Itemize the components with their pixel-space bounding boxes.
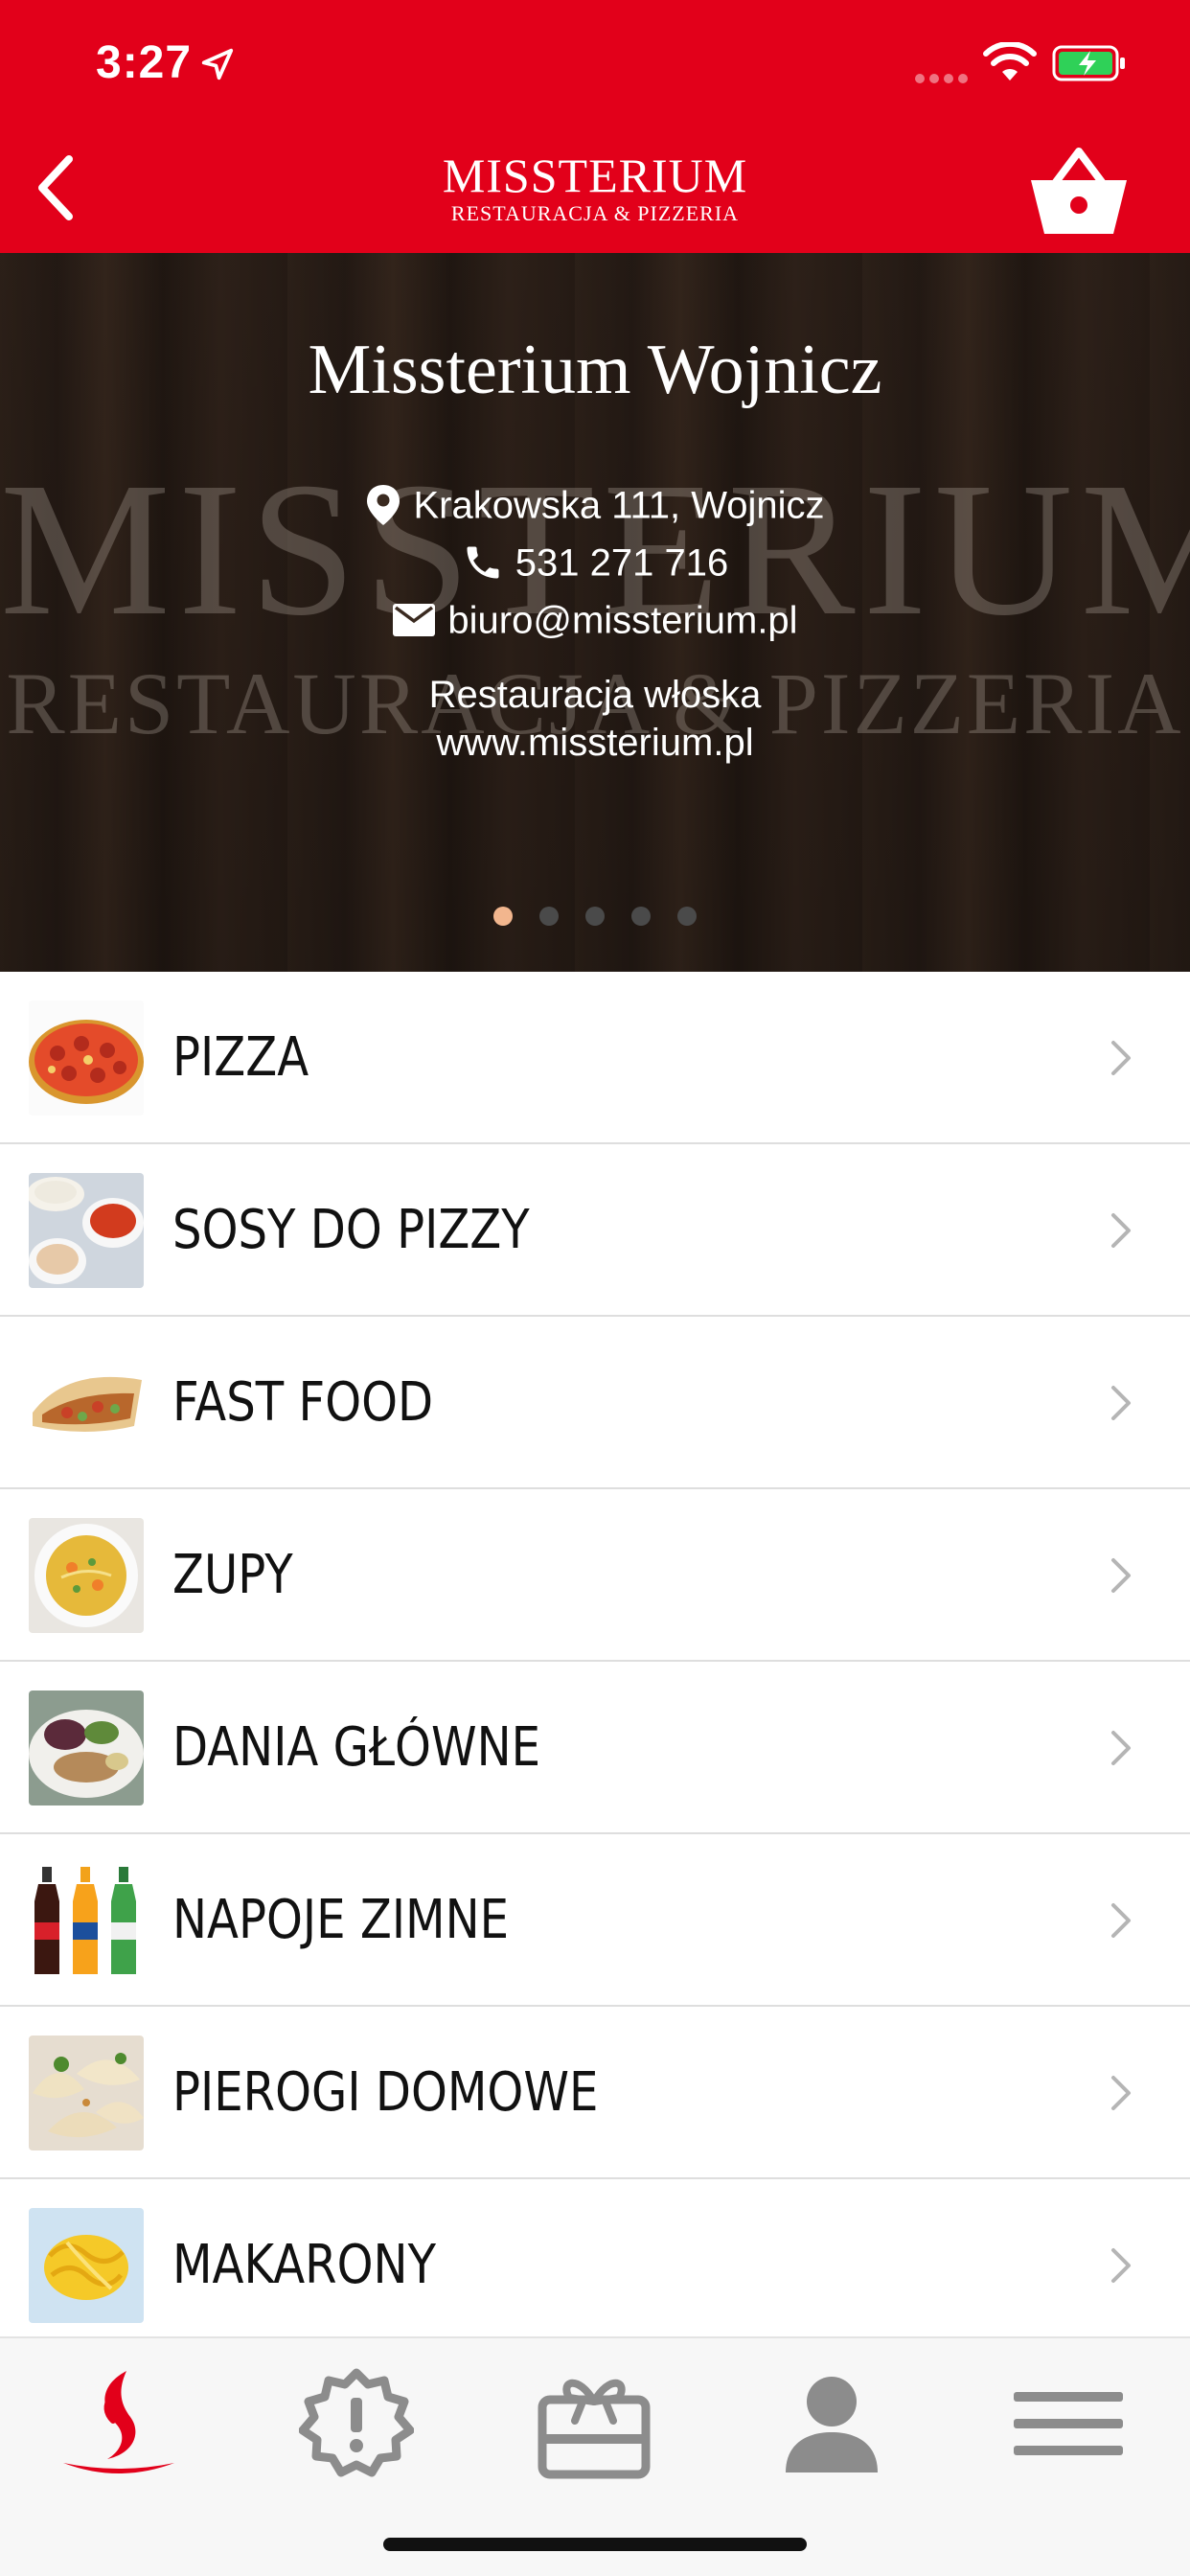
tab-promotions[interactable] xyxy=(280,2358,433,2492)
restaurant-name: Missterium Wojnicz xyxy=(308,331,882,409)
restaurant-hero-banner[interactable]: MISSTERIUM RESTAURACJA & PIZZERIA Misste… xyxy=(0,253,1190,972)
category-item-pizza[interactable]: PIZZA xyxy=(0,972,1190,1144)
category-label: FAST FOOD xyxy=(172,1371,434,1434)
pager-dot-active[interactable] xyxy=(493,907,513,926)
pager-dot[interactable] xyxy=(677,907,697,926)
soup-thumbnail xyxy=(29,1518,144,1633)
alert-badge-icon xyxy=(299,2368,414,2477)
chevron-right-icon xyxy=(1111,1731,1131,1765)
tab-profile[interactable] xyxy=(755,2358,908,2492)
phone-row[interactable]: 531 271 716 xyxy=(0,537,1190,586)
dumplings-thumbnail xyxy=(29,2036,144,2150)
tab-menu[interactable] xyxy=(993,2358,1146,2492)
pizza-thumbnail xyxy=(29,1000,144,1116)
chevron-right-icon xyxy=(1111,1213,1131,1248)
category-label: PIEROGI DOMOWE xyxy=(172,2061,599,2124)
email-address[interactable]: biuro@missterium.pl xyxy=(447,599,797,641)
email-row[interactable]: biuro@missterium.pl xyxy=(0,594,1190,644)
drinks-thumbnail xyxy=(29,1863,144,1978)
menu-category-list: PIZZA SOSY DO PIZZY FAST FOOD ZUPY DANIA… xyxy=(0,972,1190,2352)
pager-dot[interactable] xyxy=(585,907,605,926)
address-text: Krakowska 111, Wojnicz xyxy=(413,484,825,527)
basket-icon[interactable] xyxy=(1029,144,1129,236)
brand-subtitle: RESTAURACJA & PIZZERIA xyxy=(450,201,740,225)
category-item-sosy-do-pizzy[interactable]: SOSY DO PIZZY xyxy=(0,1144,1190,1317)
main-dish-thumbnail xyxy=(29,1690,144,1806)
category-label: SOSY DO PIZZY xyxy=(172,1199,530,1261)
brand-logo: MISSTERIUM RESTAURACJA & PIZZERIA xyxy=(403,150,787,236)
category-label: MAKARONY xyxy=(172,2234,436,2296)
home-indicator[interactable] xyxy=(383,2538,807,2551)
category-item-dania-glowne[interactable]: DANIA GŁÓWNE xyxy=(0,1662,1190,1834)
status-time: 3:27 xyxy=(96,37,193,88)
location-arrow-icon xyxy=(201,48,234,80)
category-item-zupy[interactable]: ZUPY xyxy=(0,1489,1190,1662)
gift-card-icon xyxy=(538,2379,651,2479)
chevron-right-icon xyxy=(1111,1386,1131,1420)
cellular-signal-icon xyxy=(915,71,973,88)
flame-logo-icon xyxy=(63,2371,174,2473)
website-link[interactable]: www.missterium.pl xyxy=(0,719,1190,767)
chevron-right-icon xyxy=(1111,1041,1131,1075)
chevron-right-icon xyxy=(1111,1903,1131,1938)
category-label: DANIA GŁÓWNE xyxy=(172,1716,541,1779)
hamburger-menu-icon xyxy=(1014,2392,1123,2455)
category-item-makarony[interactable]: MAKARONY xyxy=(0,2179,1190,2352)
address-row: Krakowska 111, Wojnicz xyxy=(0,479,1190,529)
brand-name: MISSTERIUM xyxy=(442,149,748,202)
category-item-fast-food[interactable]: FAST FOOD xyxy=(0,1317,1190,1489)
app-header: 3:27 MISSTERIUM RESTAURACJA & PIZZERIA xyxy=(0,0,1190,253)
location-pin-icon xyxy=(367,485,400,526)
tab-gift[interactable] xyxy=(517,2358,671,2492)
chevron-right-icon xyxy=(1111,2248,1131,2283)
category-item-pierogi-domowe[interactable]: PIEROGI DOMOWE xyxy=(0,2007,1190,2179)
category-label: ZUPY xyxy=(172,1544,293,1606)
pager-dot[interactable] xyxy=(631,907,651,926)
wrap-thumbnail xyxy=(29,1346,144,1460)
cuisine-type: Restauracja włoska xyxy=(428,674,762,716)
user-icon xyxy=(786,2377,878,2472)
phone-number[interactable]: 531 271 716 xyxy=(515,541,728,584)
pager-dot[interactable] xyxy=(539,907,559,926)
wifi-icon xyxy=(983,42,1037,80)
tab-home[interactable] xyxy=(40,2358,194,2492)
chevron-right-icon xyxy=(1111,2076,1131,2110)
carousel-pager[interactable] xyxy=(0,907,1190,931)
category-item-napoje-zimne[interactable]: NAPOJE ZIMNE xyxy=(0,1834,1190,2007)
category-label: NAPOJE ZIMNE xyxy=(172,1889,510,1951)
back-chevron-icon[interactable] xyxy=(33,153,79,222)
pasta-thumbnail xyxy=(29,2208,144,2323)
sauces-thumbnail xyxy=(29,1173,144,1288)
chevron-right-icon xyxy=(1111,1558,1131,1593)
battery-charging-icon xyxy=(1052,45,1125,81)
restaurant-description: Restauracja włoska www.missterium.pl xyxy=(0,671,1190,767)
mail-icon xyxy=(393,604,436,637)
phone-icon xyxy=(467,546,499,579)
category-label: PIZZA xyxy=(172,1026,309,1089)
